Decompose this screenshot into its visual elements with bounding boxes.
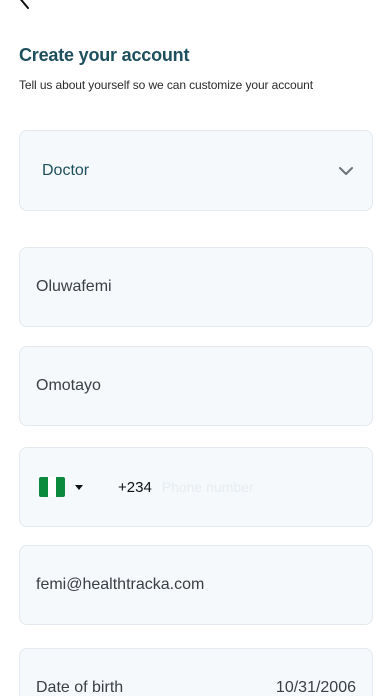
page-title: Create your account (19, 45, 190, 65)
country-dropdown-caret-icon[interactable] (75, 484, 83, 490)
email-value: femi@healthtracka.com (36, 576, 205, 593)
dob-value: 10/31/2006 (275, 679, 356, 696)
nigeria-flag-icon[interactable] (39, 477, 65, 497)
email-field[interactable]: femi@healthtracka.com (19, 545, 373, 625)
last-name-value: Omotayo (36, 377, 101, 394)
phone-number-input[interactable] (161, 479, 372, 495)
first-name-field[interactable]: Oluwafemi (19, 247, 373, 327)
dob-label: Date of birth (36, 679, 124, 696)
dob-field[interactable]: Date of birth 10/31/2006 (19, 648, 373, 696)
back-arrow-icon[interactable] (14, 0, 44, 16)
page-subtitle: Tell us about yourself so we can customi… (19, 78, 313, 92)
first-name-value: Oluwafemi (36, 278, 112, 295)
role-select[interactable]: Doctor (19, 130, 373, 211)
chevron-down-icon (339, 167, 353, 175)
last-name-field[interactable]: Omotayo (19, 346, 373, 426)
signup-screen: Create your account Tell us about yourse… (0, 0, 392, 696)
phone-field[interactable]: +234 (19, 447, 373, 527)
dial-code: +234 (118, 478, 152, 496)
role-select-value: Doctor (42, 161, 90, 179)
